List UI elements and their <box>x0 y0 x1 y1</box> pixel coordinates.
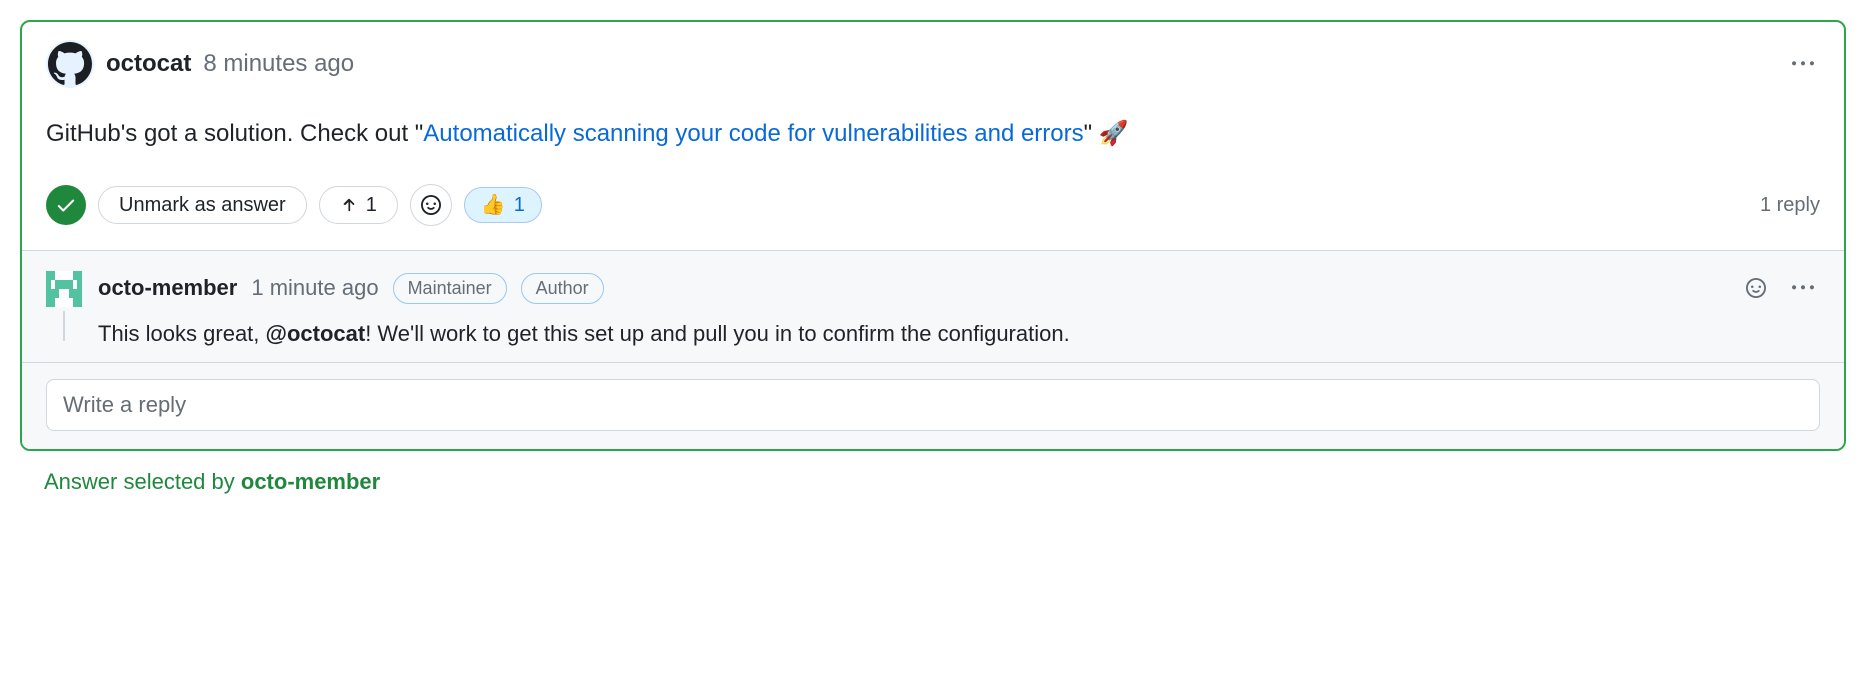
mention[interactable]: @octocat <box>266 321 366 346</box>
upvote-count: 1 <box>366 195 377 215</box>
reply-header: octo-member 1 minute ago Maintainer Auth… <box>98 271 1820 305</box>
reply-add-reaction-button[interactable] <box>1740 272 1772 304</box>
comment-header: octocat 8 minutes ago <box>46 40 1820 88</box>
check-icon <box>55 194 77 216</box>
upvote-button[interactable]: 1 <box>319 186 398 224</box>
doc-link[interactable]: Automatically scanning your code for vul… <box>423 120 1083 147</box>
arrow-up-icon <box>340 196 358 214</box>
reply-menu-button[interactable] <box>1786 271 1820 305</box>
reply-timestamp[interactable]: 1 minute ago <box>251 275 378 301</box>
answer-card: octocat 8 minutes ago GitHub's got a sol… <box>20 20 1846 451</box>
comment-timestamp[interactable]: 8 minutes ago <box>203 50 354 78</box>
author-badge: Author <box>521 273 604 304</box>
smiley-icon <box>1746 278 1766 298</box>
reply-count: 1 reply <box>1760 194 1820 217</box>
body-text-prefix: GitHub's got a solution. Check out " <box>46 120 423 147</box>
comment-body: GitHub's got a solution. Check out "Auto… <box>46 116 1820 152</box>
comment-menu-button[interactable] <box>1786 47 1820 81</box>
kebab-icon <box>1792 277 1814 299</box>
octocat-icon <box>48 42 92 86</box>
body-text-suffix: " 🚀 <box>1084 120 1129 147</box>
answer-check-badge <box>46 185 86 225</box>
thread-line <box>63 311 65 341</box>
reply-author-avatar[interactable] <box>46 271 82 307</box>
author-name[interactable]: octocat <box>106 50 191 78</box>
unmark-answer-button[interactable]: Unmark as answer <box>98 186 307 224</box>
kebab-icon <box>1792 53 1814 75</box>
reply-input-section <box>22 362 1844 449</box>
maintainer-badge: Maintainer <box>393 273 507 304</box>
reaction-count: 1 <box>514 195 525 215</box>
reaction-emoji: 👍 <box>481 195 506 215</box>
reply-text-prefix: This looks great, <box>98 321 266 346</box>
footer-selector[interactable]: octo-member <box>241 469 380 494</box>
smiley-icon <box>421 195 441 215</box>
author-avatar[interactable] <box>46 40 94 88</box>
add-reaction-button[interactable] <box>410 184 452 226</box>
reply-thread: octo-member 1 minute ago Maintainer Auth… <box>22 250 1844 362</box>
reply-input[interactable] <box>46 379 1820 431</box>
answer-selected-footer: Answer selected by octo-member <box>20 469 1846 495</box>
thumbs-up-reaction[interactable]: 👍 1 <box>464 187 542 223</box>
footer-prefix: Answer selected by <box>44 469 241 494</box>
reply-comment: octo-member 1 minute ago Maintainer Auth… <box>46 271 1820 350</box>
identicon-icon <box>46 271 82 307</box>
reply-author-name[interactable]: octo-member <box>98 275 237 301</box>
reply-body: This looks great, @octocat! We'll work t… <box>98 317 1820 350</box>
answer-comment: octocat 8 minutes ago GitHub's got a sol… <box>22 22 1844 250</box>
comment-actions: Unmark as answer 1 👍 1 1 reply <box>46 184 1820 226</box>
reply-text-suffix: ! We'll work to get this set up and pull… <box>365 321 1070 346</box>
